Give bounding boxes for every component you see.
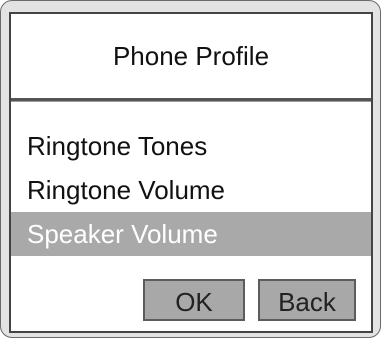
phone-screen: Phone Profile Ringtone Tones Ringtone Vo… xyxy=(9,12,373,333)
menu-item-ringtone-volume[interactable]: Ringtone Volume xyxy=(11,168,371,212)
ok-button[interactable]: OK xyxy=(143,279,245,321)
phone-device-frame: Phone Profile Ringtone Tones Ringtone Vo… xyxy=(0,0,381,338)
menu-item-speaker-volume[interactable]: Speaker Volume xyxy=(11,212,371,256)
menu-item-ringtone-tones[interactable]: Ringtone Tones xyxy=(11,124,371,168)
page-title: Phone Profile xyxy=(112,40,270,71)
profile-menu: Ringtone Tones Ringtone Volume Speaker V… xyxy=(11,124,371,256)
back-button[interactable]: Back xyxy=(258,279,356,321)
title-divider xyxy=(11,98,371,102)
